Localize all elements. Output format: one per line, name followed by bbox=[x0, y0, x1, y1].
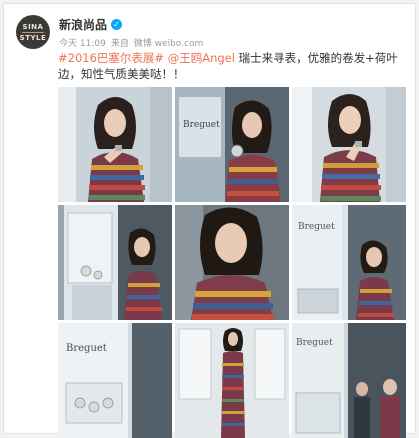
photo-8-image bbox=[175, 323, 289, 438]
post-time[interactable]: 今天 11:09 bbox=[59, 36, 106, 49]
source-link[interactable]: 微博 weibo.com bbox=[134, 36, 203, 49]
photo-6-image: Breguet bbox=[292, 205, 406, 320]
weibo-post-card: SINA STYLE 新浪尚品 ✓ 今天 11:09 来自 微博 weibo.c… bbox=[3, 3, 416, 438]
photo-3-image bbox=[292, 87, 406, 202]
photo-1[interactable] bbox=[58, 87, 172, 202]
photo-2-image: Breguet bbox=[175, 87, 289, 202]
avatar[interactable]: SINA STYLE bbox=[16, 15, 50, 49]
photo-6[interactable]: Breguet bbox=[292, 205, 406, 320]
avatar-line-2: STYLE bbox=[19, 33, 47, 42]
svg-text:Breguet: Breguet bbox=[66, 343, 107, 354]
post-meta: 今天 11:09 来自 微博 weibo.com bbox=[59, 36, 203, 49]
author-row: 新浪尚品 ✓ bbox=[59, 16, 123, 33]
svg-text:Breguet: Breguet bbox=[183, 120, 220, 130]
photo-4[interactable] bbox=[58, 205, 172, 320]
photo-5[interactable] bbox=[175, 205, 289, 320]
avatar-line-1: SINA bbox=[22, 22, 44, 31]
photo-grid: Breguet Breguet Breguet Breguet bbox=[58, 87, 406, 438]
photo-9[interactable]: Breguet bbox=[292, 323, 406, 438]
mention-link[interactable]: @王鸥Angel bbox=[168, 51, 235, 65]
photo-3[interactable] bbox=[292, 87, 406, 202]
svg-text:Breguet: Breguet bbox=[298, 222, 335, 232]
photo-7[interactable]: Breguet bbox=[58, 323, 172, 438]
post-text: #2016巴塞尔表展# @王鸥Angel 瑞士来寻表，优雅的卷发+荷叶边，知性气… bbox=[58, 50, 404, 82]
photo-7-image: Breguet bbox=[58, 323, 172, 438]
photo-4-image bbox=[58, 205, 172, 320]
source-prefix: 来自 bbox=[110, 39, 129, 49]
photo-5-image bbox=[175, 205, 289, 320]
photo-8[interactable] bbox=[175, 323, 289, 438]
photo-2[interactable]: Breguet bbox=[175, 87, 289, 202]
verified-icon: ✓ bbox=[111, 18, 123, 30]
photo-9-image: Breguet bbox=[292, 323, 406, 438]
photo-1-image bbox=[58, 87, 172, 202]
avatar-divider bbox=[22, 31, 44, 33]
svg-text:Breguet: Breguet bbox=[296, 338, 333, 348]
author-name[interactable]: 新浪尚品 bbox=[59, 16, 107, 33]
hashtag-link[interactable]: #2016巴塞尔表展# bbox=[58, 51, 164, 65]
